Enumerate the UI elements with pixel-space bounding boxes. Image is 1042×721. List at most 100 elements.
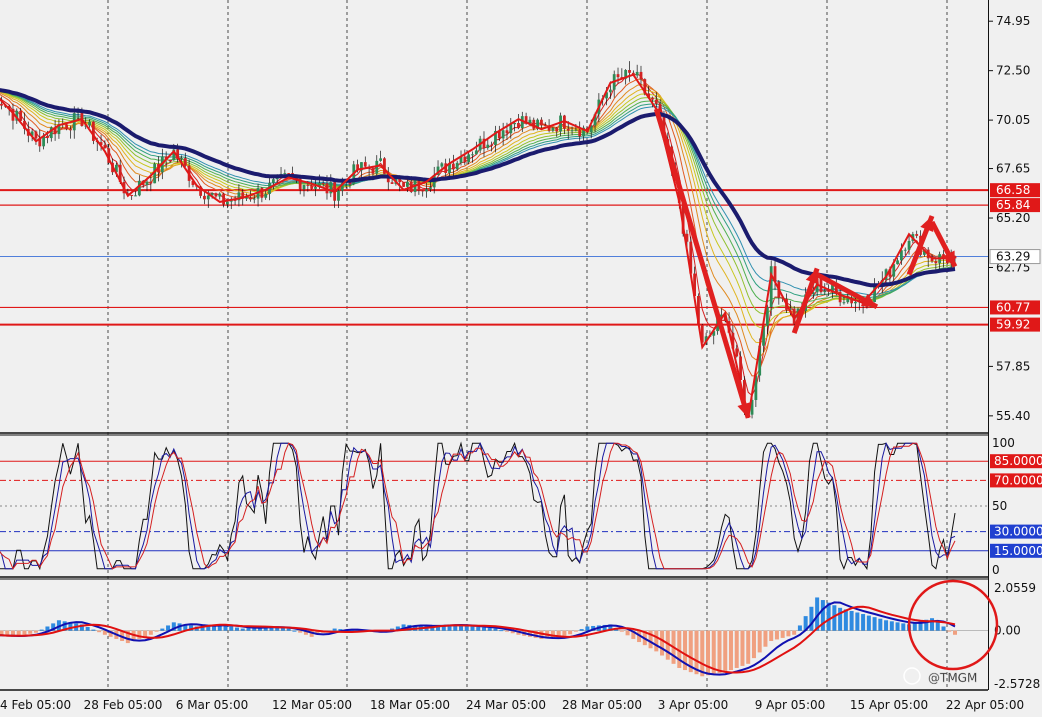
- stoch-tick-label: 50: [992, 499, 1007, 513]
- macd-histogram-bar: [786, 630, 791, 637]
- candle-body: [264, 193, 268, 198]
- candle-body: [180, 158, 183, 160]
- macd-histogram-bar: [234, 627, 239, 631]
- candle-body: [463, 156, 467, 163]
- chart-canvas: 74.9572.5070.0567.6565.2062.7557.8555.40…: [0, 0, 1042, 717]
- level-label: 65.84: [996, 198, 1030, 212]
- macd-histogram-bar: [935, 622, 940, 631]
- x-tick-label: 28 Mar 05:00: [562, 698, 642, 712]
- macd-histogram-bar: [855, 612, 860, 631]
- stoch-level-label: 30.0000: [994, 525, 1042, 539]
- macd-histogram-bar: [464, 625, 469, 631]
- candle-body: [735, 348, 739, 357]
- chart: 74.95 72.50 70.05 67.65 65.20 62.75 57.85 55.40…: [0, 0, 1042, 717]
- candle-body: [505, 130, 509, 134]
- candle-body: [88, 121, 91, 126]
- macd-histogram-bar: [849, 610, 854, 631]
- macd-histogram-bar: [246, 628, 251, 631]
- candle-body: [390, 182, 394, 184]
- macd-histogram-bar: [953, 630, 957, 635]
- macd-histogram-bar: [573, 630, 578, 632]
- x-tick-label: 22 Apr 05:00: [946, 698, 1024, 712]
- macd-histogram-bar: [930, 618, 935, 631]
- macd-histogram-bar: [229, 626, 234, 631]
- x-tick-label: 4 Feb 05:00: [0, 698, 71, 712]
- candle-body: [501, 130, 505, 139]
- macd-histogram-bar: [625, 630, 630, 636]
- candle-body: [19, 110, 23, 121]
- stoch-level-label: 85.0000: [994, 454, 1042, 468]
- macd-histogram-bar: [332, 628, 337, 631]
- x-tick-label: 28 Feb 05:00: [84, 698, 163, 712]
- macd-histogram-bar: [912, 622, 917, 631]
- macd-histogram-bar: [504, 630, 509, 632]
- macd-histogram-bar: [28, 630, 33, 634]
- candle-body: [651, 97, 654, 100]
- candle-body: [130, 194, 134, 196]
- y-tick-label: 74.95: [996, 14, 1030, 28]
- macd-histogram-bar: [797, 625, 802, 631]
- macd-histogram-bar: [740, 630, 745, 666]
- macd-histogram-bar: [39, 629, 44, 631]
- candle-body: [214, 193, 218, 197]
- macd-histogram-bar: [148, 630, 153, 635]
- macd-histogram-bar: [769, 630, 774, 642]
- macd-histogram-bar: [619, 630, 624, 632]
- candle-body: [654, 99, 658, 104]
- macd-histogram-bar: [85, 627, 90, 631]
- macd-histogram-bar: [292, 630, 297, 632]
- macd-histogram-bar: [137, 630, 142, 639]
- candle-body: [907, 240, 911, 250]
- macd-histogram-bar: [706, 630, 711, 676]
- candle-body: [183, 158, 187, 166]
- macd-histogram-bar: [476, 627, 481, 631]
- macd-histogram-bar: [154, 630, 159, 632]
- candle-body: [903, 249, 907, 251]
- level-label: 66.58: [996, 183, 1030, 197]
- macd-histogram-bar: [298, 630, 303, 633]
- macd-histogram-bar: [780, 630, 785, 638]
- candle-body: [608, 89, 612, 93]
- candle-body: [628, 69, 631, 73]
- candle-body: [490, 144, 494, 146]
- candle-body: [379, 158, 382, 161]
- candle-body: [168, 160, 172, 162]
- x-tick-label: 6 Mar 05:00: [176, 698, 249, 712]
- candle-body: [532, 119, 536, 129]
- candle-body: [915, 234, 919, 236]
- candle-body: [854, 301, 857, 304]
- macd-histogram-bar: [91, 629, 96, 631]
- candle-body: [222, 193, 225, 205]
- stoch-level-label: 70.0000: [994, 473, 1042, 487]
- candle-body: [635, 71, 639, 76]
- macd-histogram-bar: [809, 606, 814, 631]
- macd-histogram-bar: [757, 630, 762, 653]
- candle-body: [543, 125, 547, 127]
- macd-histogram-bar: [97, 630, 102, 633]
- candle-body: [203, 195, 206, 200]
- candle-body: [34, 131, 38, 139]
- candle-body: [421, 190, 425, 192]
- candle-body: [440, 163, 444, 167]
- candle-body: [616, 74, 620, 78]
- candle-body: [486, 144, 490, 148]
- y-tick-label: 57.85: [996, 359, 1030, 373]
- chart-background: [0, 0, 1042, 717]
- candle-body: [314, 186, 317, 189]
- macd-histogram-bar: [763, 630, 768, 647]
- macd-histogram-bar: [861, 614, 866, 631]
- candle-body: [555, 127, 559, 132]
- macd-histogram-bar: [286, 628, 291, 631]
- candle-body: [260, 188, 264, 198]
- macd-histogram-bar: [550, 630, 555, 638]
- candle-body: [306, 184, 310, 186]
- candle-body: [570, 130, 574, 132]
- candle-body: [517, 123, 520, 129]
- x-tick-label: 18 Mar 05:00: [370, 698, 450, 712]
- y-tick-label: 70.05: [996, 113, 1030, 127]
- candle-body: [283, 173, 287, 175]
- level-label: 59.92: [996, 318, 1030, 332]
- macd-histogram-bar: [660, 630, 665, 656]
- macd-histogram-bar: [947, 630, 952, 632]
- candle-body: [371, 168, 375, 174]
